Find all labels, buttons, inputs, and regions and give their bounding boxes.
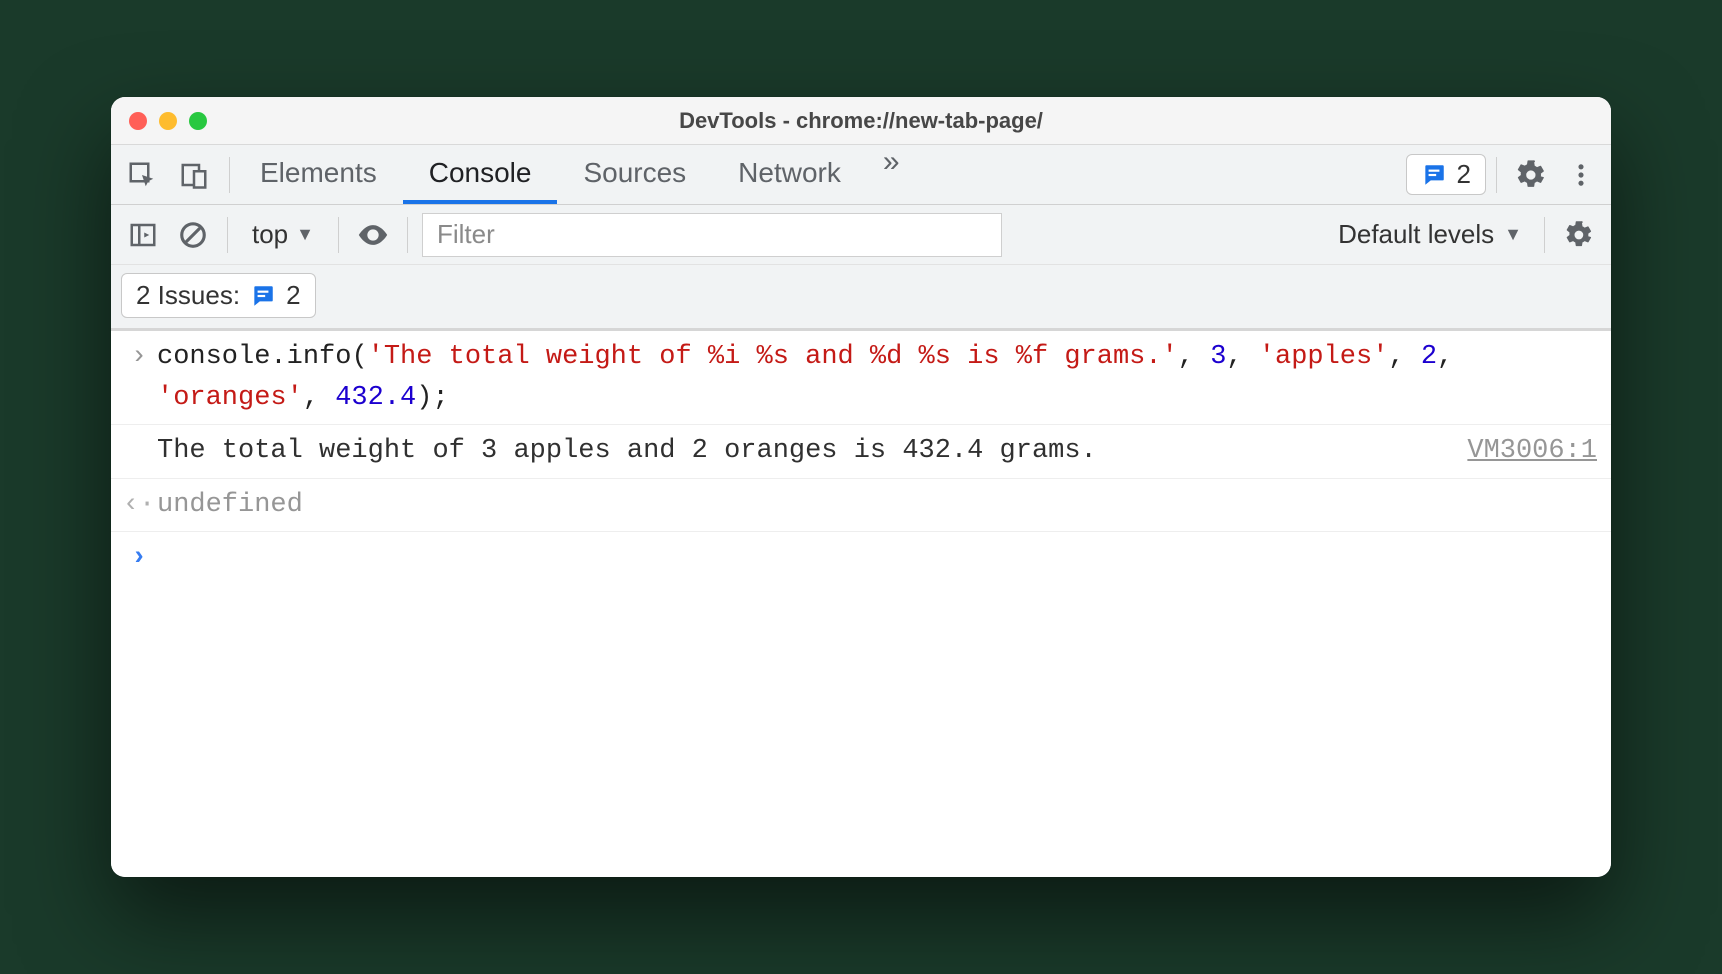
issues-count: 2 (286, 280, 300, 311)
separator (227, 217, 228, 253)
window-controls (129, 112, 207, 130)
inspect-element-icon[interactable] (125, 158, 159, 192)
separator (229, 157, 230, 193)
window-title: DevTools - chrome://new-tab-page/ (679, 108, 1043, 134)
source-link[interactable]: VM3006:1 (1447, 431, 1597, 472)
titlebar: DevTools - chrome://new-tab-page/ (111, 97, 1611, 145)
output-gutter (121, 431, 157, 472)
kebab-menu-icon[interactable] (1561, 158, 1601, 192)
issues-badge[interactable]: 2 Issues: 2 (121, 273, 316, 318)
console-settings-gear-icon[interactable] (1559, 215, 1599, 255)
log-text: The total weight of 3 apples and 2 orang… (157, 431, 1447, 472)
separator (1544, 217, 1545, 253)
console-return-value: ‹· undefined (111, 479, 1611, 533)
prompt-gutter-icon: › (121, 538, 157, 579)
tab-network[interactable]: Network (712, 145, 867, 204)
separator (407, 217, 408, 253)
dropdown-triangle-icon: ▼ (296, 224, 314, 245)
issues-icon (250, 283, 276, 309)
return-text: undefined (157, 485, 1597, 526)
separator (1496, 157, 1497, 193)
levels-label: Default levels (1338, 219, 1494, 250)
input-code: console.info('The total weight of %i %s … (157, 337, 1597, 418)
tab-console[interactable]: Console (403, 145, 558, 204)
console-input-echo: › console.info('The total weight of %i %… (111, 331, 1611, 425)
console-prompt[interactable]: › (111, 532, 1611, 585)
tabs-overflow-button[interactable]: » (867, 145, 916, 204)
separator (338, 217, 339, 253)
console-output: › console.info('The total weight of %i %… (111, 331, 1611, 877)
issues-count-text: 2 (1457, 159, 1471, 190)
prompt-input-area[interactable] (157, 538, 1597, 579)
issues-prefix: 2 Issues: (136, 280, 240, 311)
settings-gear-icon[interactable] (1507, 158, 1555, 192)
tab-sources[interactable]: Sources (557, 145, 712, 204)
tabbar: Elements Console Sources Network » 2 (111, 145, 1611, 205)
filter-input[interactable] (422, 213, 1002, 257)
issues-counter[interactable]: 2 (1406, 154, 1486, 195)
device-toolbar-icon[interactable] (177, 158, 211, 192)
minimize-window-button[interactable] (159, 112, 177, 130)
close-window-button[interactable] (129, 112, 147, 130)
console-log-message: The total weight of 3 apples and 2 orang… (111, 425, 1611, 479)
tab-label: Console (429, 157, 532, 189)
issues-row: 2 Issues: 2 (111, 265, 1611, 331)
devtools-window: DevTools - chrome://new-tab-page/ Elemen… (111, 97, 1611, 877)
context-selector[interactable]: top ▼ (242, 219, 324, 250)
input-gutter-icon: › (121, 337, 157, 418)
toggle-console-sidebar-button[interactable] (123, 215, 163, 255)
return-gutter-icon: ‹· (121, 485, 157, 526)
context-label: top (252, 219, 288, 250)
dropdown-triangle-icon: ▼ (1504, 224, 1522, 245)
issues-icon (1421, 162, 1447, 188)
panel-tabs: Elements Console Sources Network » (234, 145, 1406, 204)
tab-elements[interactable]: Elements (234, 145, 403, 204)
zoom-window-button[interactable] (189, 112, 207, 130)
live-expression-eye-icon[interactable] (353, 215, 393, 255)
tab-label: Elements (260, 157, 377, 189)
console-toolbar: top ▼ Default levels ▼ (111, 205, 1611, 265)
tab-label: Network (738, 157, 841, 189)
tab-label: Sources (583, 157, 686, 189)
log-levels-selector[interactable]: Default levels ▼ (1330, 219, 1530, 250)
clear-console-button[interactable] (173, 215, 213, 255)
